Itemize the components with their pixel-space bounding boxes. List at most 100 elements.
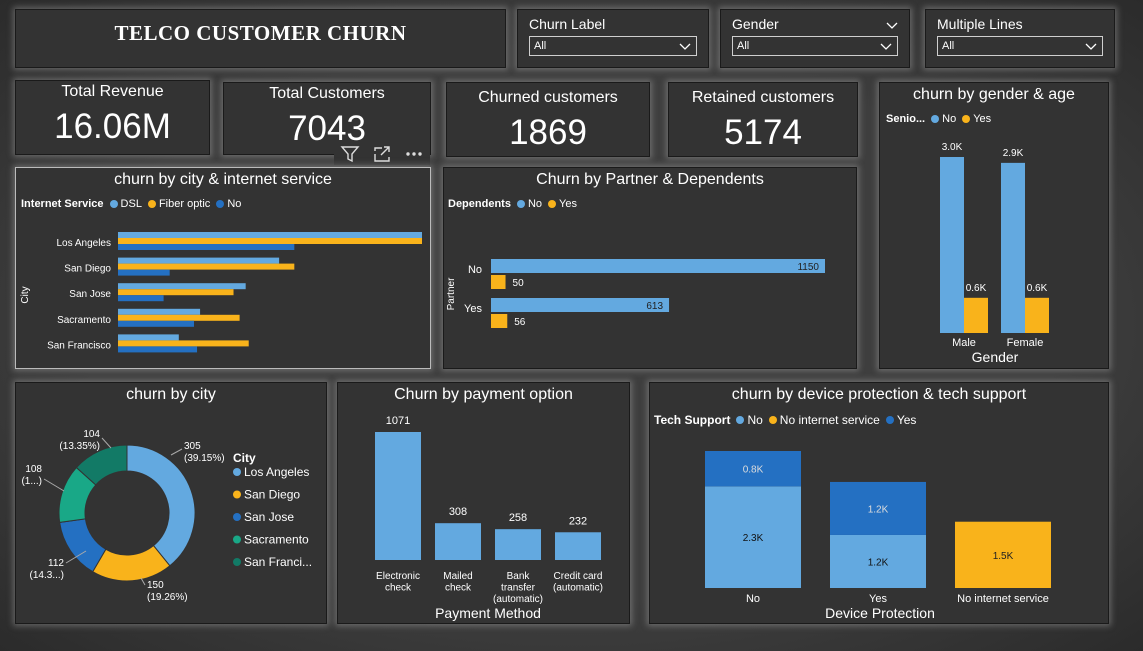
tick-label: No internet service: [957, 593, 1049, 605]
bar[interactable]: [118, 334, 179, 341]
tick-label: Female: [1007, 337, 1044, 349]
data-label: 50: [513, 278, 525, 289]
bar[interactable]: [118, 232, 422, 238]
legend-dot: [233, 535, 241, 544]
bar[interactable]: [118, 244, 295, 250]
slicer-multiple-lines-dropdown[interactable]: All: [937, 36, 1103, 56]
legend-dot: [233, 513, 241, 521]
bar[interactable]: [118, 263, 295, 270]
tick-label: Credit card: [554, 571, 603, 582]
data-label: 108: [25, 464, 42, 475]
bar[interactable]: [435, 523, 481, 560]
slicer-gender-title: Gender: [732, 16, 779, 32]
bar[interactable]: [118, 346, 198, 353]
chart-partner-dependents[interactable]: Churn by Partner & Dependents Dependents…: [443, 167, 857, 369]
legend-dot: [233, 490, 241, 499]
bar[interactable]: [495, 529, 541, 560]
filter-icon[interactable]: [339, 144, 361, 164]
data-label: 56: [514, 317, 526, 328]
tick-label: No: [468, 264, 482, 276]
data-label: (14.3...): [30, 570, 64, 581]
kpi-label: Retained customers: [691, 89, 835, 106]
axis-label: Gender: [972, 349, 1019, 365]
bar[interactable]: [118, 314, 240, 321]
bar[interactable]: [491, 298, 670, 312]
tick-label: San Diego: [64, 264, 111, 275]
tick-label: check: [385, 583, 412, 594]
kpi-total-revenue[interactable]: Total Revenue 16.06M: [15, 80, 210, 155]
data-label: (19.26%): [147, 592, 188, 603]
bar[interactable]: [491, 259, 825, 273]
data-label: 0.6K: [1027, 283, 1048, 294]
slicer-gender[interactable]: Gender All: [720, 9, 910, 68]
chart-payment-option[interactable]: Churn by payment option 1071 Electronic ch…: [337, 382, 630, 624]
chevron-down-icon: [679, 43, 691, 50]
data-label: 613: [646, 301, 663, 312]
data-label: 112: [48, 558, 64, 569]
tick-label: Sacramento: [57, 315, 111, 326]
data-label: 104: [83, 429, 100, 440]
bar[interactable]: [964, 297, 988, 333]
data-label: 2.3K: [743, 533, 764, 544]
chart-partner-plot: Partner No 1150 50 Yes 613 56: [446, 259, 825, 328]
tick-label: (automatic): [493, 594, 543, 605]
bar[interactable]: [118, 320, 194, 327]
bar[interactable]: [491, 314, 508, 328]
kpi-retained-customers[interactable]: Retained customers 5174: [668, 82, 858, 157]
axis-label: Partner: [446, 277, 457, 310]
axis-label: Device Protection: [825, 605, 935, 621]
tick-label: Yes: [869, 593, 887, 605]
kpi-value: 16.06M: [54, 107, 171, 146]
bar[interactable]: [940, 157, 964, 333]
bar[interactable]: [555, 532, 601, 560]
chevron-down-icon[interactable]: [885, 18, 899, 32]
legend-label: San Franci...: [244, 555, 312, 569]
slicer-churn-label-dropdown[interactable]: All: [529, 36, 697, 56]
bar[interactable]: [1025, 297, 1049, 333]
kpi-churned-customers[interactable]: Churned customers 1869: [446, 82, 650, 157]
tick-label: San Francisco: [47, 340, 111, 351]
slicer-multiple-lines-title: Multiple Lines: [937, 16, 1023, 32]
kpi-label: Total Revenue: [61, 83, 164, 100]
bar[interactable]: [118, 340, 249, 347]
chart-city-internet[interactable]: churn by city & internet service Interne…: [15, 167, 431, 369]
data-label: (39.15%): [184, 453, 225, 464]
chart-churn-city[interactable]: churn by city 305 (39.15%) 150 (19.26%) 112(…: [15, 382, 327, 624]
bar[interactable]: [118, 295, 164, 302]
chart-payment-plot: 1071Electroniccheck308Mailedcheck258Bank…: [375, 415, 603, 621]
legend-label: San Diego: [244, 488, 300, 502]
slicer-multiple-lines[interactable]: Multiple Lines All: [925, 9, 1115, 68]
data-label: 0.6K: [966, 283, 987, 294]
slicer-multiple-lines-value: All: [942, 40, 955, 52]
chart-device-protection[interactable]: churn by device protection & tech suppor…: [649, 382, 1109, 624]
slicer-churn-label[interactable]: Churn Label All: [517, 9, 709, 68]
axis-label: Payment Method: [435, 605, 541, 621]
chart-gender-age[interactable]: churn by gender & age Senio... No Yes Ma…: [879, 82, 1109, 369]
slicer-gender-dropdown[interactable]: All: [732, 36, 898, 56]
bar[interactable]: [491, 275, 506, 289]
tick-label: Electronic: [376, 571, 420, 582]
more-options-icon[interactable]: [403, 144, 425, 164]
bar[interactable]: [118, 283, 246, 290]
data-label: 1.2K: [868, 557, 889, 568]
chevron-down-icon: [1085, 43, 1097, 50]
kpi-label: Total Customers: [269, 85, 385, 102]
leader-line: [170, 448, 183, 456]
focus-mode-icon[interactable]: [371, 144, 393, 164]
tick-label: San Jose: [69, 289, 111, 300]
legend-dot: [233, 558, 241, 566]
bar[interactable]: [375, 432, 421, 560]
chart-city-internet-plot: City Los Angeles San Diego San Jose Sacramen…: [20, 232, 422, 353]
data-label: (1...): [21, 476, 42, 487]
bar[interactable]: [1001, 162, 1025, 333]
bar[interactable]: [118, 257, 280, 264]
bar[interactable]: [118, 269, 170, 276]
tick-label: Yes: [464, 303, 482, 315]
bar[interactable]: [118, 289, 234, 296]
data-label: 2.9K: [1003, 148, 1024, 159]
title-tile: TELCO CUSTOMER CHURN: [15, 9, 506, 68]
tick-label: No: [746, 593, 760, 605]
bar[interactable]: [118, 238, 422, 244]
bar[interactable]: [118, 308, 201, 315]
chart-device-plot: 2.3K 0.8K No 1.2K 1.2K Yes 1.5K No internet ser…: [705, 451, 1051, 621]
